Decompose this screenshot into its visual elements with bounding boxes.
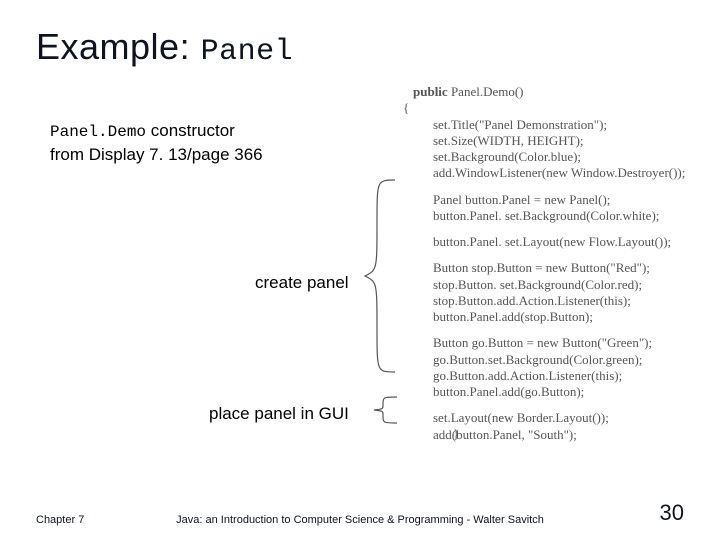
code-line: add.WindowListener(new Window.Destroyer(… [433, 165, 685, 181]
title-prefix: Example: [36, 26, 201, 67]
code-line: set.Size(WIDTH, HEIGHT); [433, 133, 685, 149]
code-line: } [453, 426, 459, 442]
slide-title: Example: Panel [36, 26, 293, 69]
code-line: set.Title("Panel Demonstration"); [433, 117, 685, 133]
code-line: go.Button.set.Background(Color.green); [433, 352, 685, 368]
code-line: button.Panel.add(go.Button); [433, 384, 685, 400]
code-block: public Panel.Demo() { set.Title("Panel D… [413, 84, 685, 443]
code-line: button.Panel.add(stop.Button); [433, 309, 685, 325]
code-line: Button go.Button = new Button("Green"); [433, 335, 685, 351]
brace-large-icon [361, 178, 405, 374]
caption: Panel.Demo constructor from Display 7. 1… [50, 120, 263, 167]
footer-citation: Java: an Introduction to Computer Scienc… [0, 514, 720, 526]
code-line: set.Layout(new Border.Layout()); [433, 410, 685, 426]
brace-small-icon [369, 395, 403, 425]
label-place-panel: place panel in GUI [209, 404, 349, 424]
code-line: public Panel.Demo() [413, 84, 685, 100]
code-line: set.Background(Color.blue); [433, 149, 685, 165]
caption-line2: from Display 7. 13/page 366 [50, 145, 263, 164]
code-line: stop.Button.add.Action.Listener(this); [433, 293, 685, 309]
code-line: stop.Button. set.Background(Color.red); [433, 277, 685, 293]
caption-rest1: constructor [146, 121, 235, 140]
page-number: 30 [660, 500, 684, 526]
code-line: button.Panel. set.Layout(new Flow.Layout… [433, 234, 685, 250]
code-line: { [403, 100, 685, 116]
title-mono: Panel [201, 35, 294, 69]
code-line: button.Panel. set.Background(Color.white… [433, 208, 685, 224]
code-line: go.Button.add.Action.Listener(this); [433, 368, 685, 384]
code-line: Button stop.Button = new Button("Red"); [433, 260, 685, 276]
code-line: Panel button.Panel = new Panel(); [433, 192, 685, 208]
keyword: public [413, 84, 448, 99]
label-create-panel: create panel [255, 273, 349, 293]
code-line: add(button.Panel, "South"); [433, 427, 685, 443]
caption-mono: Panel.Demo [50, 123, 146, 141]
